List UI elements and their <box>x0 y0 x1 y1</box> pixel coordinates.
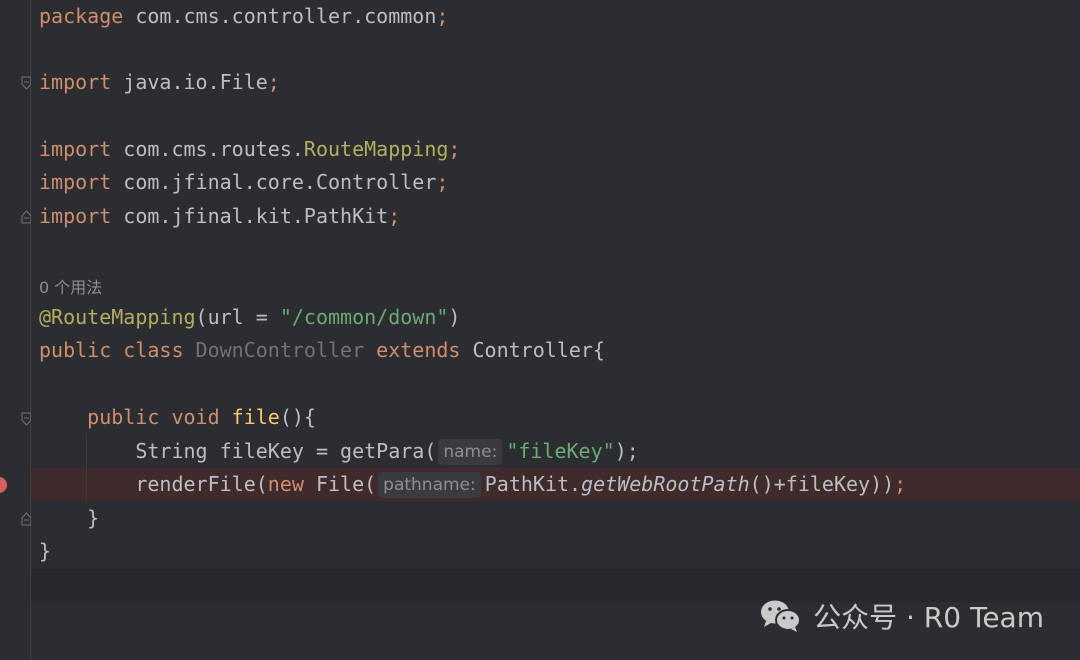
import-class: RouteMapping <box>303 137 449 161</box>
paren: ) <box>448 305 461 329</box>
class-name: DownController <box>195 338 365 362</box>
code-line: import com.jfinal.core.Controller; <box>31 166 1080 199</box>
code-line: } <box>31 535 1080 568</box>
string-literal: "fileKey" <box>506 439 615 463</box>
code-line: @RouteMapping(url = "/common/down") <box>31 301 1080 334</box>
method-params: (){ <box>279 405 316 429</box>
keyword: new <box>267 472 304 496</box>
indent-guide <box>86 435 87 502</box>
code-line: String fileKey = getPara(name: "fileKey")… <box>31 435 1080 468</box>
keyword: package <box>39 4 124 28</box>
statement: ()+fileKey)) <box>749 472 895 496</box>
keyword: import <box>39 70 112 94</box>
import-path: com.jfinal.core.Controller <box>111 170 437 194</box>
keyword: public <box>39 338 112 362</box>
code-line: } <box>31 502 1080 535</box>
semicolon: ; <box>448 137 461 161</box>
import-path: com.jfinal.kit.PathKit <box>111 204 389 228</box>
keyword: import <box>39 170 112 194</box>
string-literal: "/common/down" <box>279 305 449 329</box>
code-line: public class DownController extends Cont… <box>31 334 1080 367</box>
import-path: java.io.File <box>111 70 268 94</box>
brace: } <box>39 539 52 563</box>
import-path: com.cms.routes. <box>111 137 304 161</box>
editor-gutter[interactable] <box>0 0 31 660</box>
annotation: @RouteMapping <box>39 305 196 329</box>
semicolon: ; <box>436 170 449 194</box>
watermark-text: 公众号 · R0 Team <box>813 601 1044 634</box>
brace: } <box>87 506 100 530</box>
usages-hint[interactable]: 0 个用法 <box>39 274 102 298</box>
superclass: Controller{ <box>472 338 605 362</box>
keyword: import <box>39 204 112 228</box>
statement: renderFile( <box>135 472 268 496</box>
keyword: import <box>39 137 112 161</box>
semicolon: ; <box>388 204 401 228</box>
static-method: getWebRootPath <box>581 472 750 496</box>
code-line: public void file(){ <box>31 401 1080 434</box>
param-hint: pathname: <box>378 472 481 498</box>
code-line: import java.io.File; <box>31 66 1080 99</box>
param-hint: name: <box>438 439 503 465</box>
code-editor[interactable]: package com.cms.controller.common; impor… <box>31 0 1080 660</box>
semicolon: ; <box>894 472 907 496</box>
watermark: 公众号 · R0 Team <box>759 596 1044 636</box>
keyword: extends <box>364 338 473 362</box>
statement-end: ); <box>614 439 639 463</box>
statement: File( <box>303 472 377 496</box>
keyword: public <box>87 405 160 429</box>
code-line: package com.cms.controller.common; <box>31 0 1080 33</box>
keyword: class <box>111 338 196 362</box>
semicolon: ; <box>436 4 449 28</box>
wechat-icon <box>761 600 802 632</box>
code-line: import com.cms.routes.RouteMapping; <box>31 133 1080 166</box>
annotation-args: (url = <box>195 305 280 329</box>
code-line: import com.jfinal.kit.PathKit; <box>31 200 1080 233</box>
statement: PathKit. <box>484 472 582 496</box>
code-line-breakpoint: renderFile(new File(pathname: PathKit.get… <box>31 468 1080 501</box>
keyword: void <box>159 405 232 429</box>
statement: String fileKey = getPara( <box>135 439 437 463</box>
method-name: file <box>231 405 280 429</box>
semicolon: ; <box>267 70 280 94</box>
package-name: com.cms.controller.common <box>123 4 437 28</box>
